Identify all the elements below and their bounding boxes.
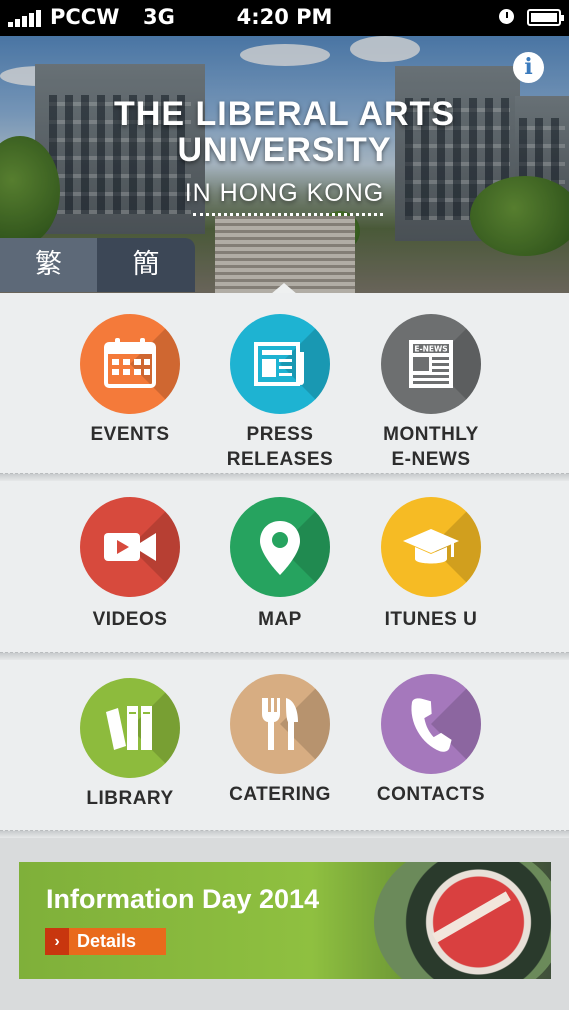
press-releases-label: PRESS RELEASES — [226, 424, 334, 470]
e-news-icon: E-NEWS — [409, 340, 453, 388]
video-camera-icon — [104, 533, 156, 561]
library-label: LIBRARY — [86, 788, 174, 809]
itunes-u-circle — [381, 497, 481, 597]
map-label: MAP — [258, 609, 302, 630]
traditional-chinese-button[interactable]: 繁 — [0, 238, 97, 292]
e-news-icon-text: E-NEWS — [414, 345, 447, 354]
banner-title: Information Day 2014 — [46, 884, 320, 914]
books-icon — [106, 706, 152, 750]
status-bar: PCCW 3G 4:20 PM — [0, 0, 569, 36]
menu-item-events[interactable]: EVENTS — [55, 314, 205, 479]
hero-header: THE LIBERAL ARTS UNIVERSITY IN HONG KONG… — [0, 36, 569, 293]
info-button[interactable]: i — [513, 52, 544, 83]
university-title-line2: UNIVERSITY — [177, 131, 392, 169]
alarm-clock-icon — [499, 9, 514, 24]
status-time: 4:20 PM — [236, 5, 333, 29]
details-button[interactable]: › Details — [45, 928, 166, 955]
banner-logo-image — [374, 862, 551, 979]
university-title: THE LIBERAL ARTS UNIVERSITY — [0, 96, 569, 168]
menu-item-press-releases[interactable]: PRESS RELEASES — [205, 314, 355, 479]
videos-circle — [80, 497, 180, 597]
chevron-right-icon: › — [45, 928, 69, 955]
phone-icon — [411, 698, 452, 752]
menu-item-catering[interactable]: CATERING — [205, 674, 355, 819]
menu-item-library[interactable]: LIBRARY — [55, 678, 205, 823]
information-day-banner[interactable]: Information Day 2014 › Details — [19, 862, 551, 979]
monthly-e-news-circle: E-NEWS — [381, 314, 481, 414]
videos-label: VIDEOS — [92, 609, 168, 630]
library-circle — [80, 678, 180, 778]
graduation-cap-icon — [403, 529, 459, 564]
battery-icon — [527, 9, 564, 26]
language-switcher: 繁 簡 — [0, 238, 195, 292]
menu-item-itunes-u[interactable]: ITUNES U — [356, 497, 506, 647]
menu-item-videos[interactable]: VIDEOS — [55, 497, 205, 647]
itunes-u-label: ITUNES U — [384, 609, 478, 630]
catering-label: CATERING — [229, 784, 331, 805]
university-title-line1: THE LIBERAL ARTS — [114, 95, 455, 133]
simplified-chinese-button[interactable]: 簡 — [97, 238, 195, 292]
menu-grid: EVENTS PRESS RELEASES E-NEWS MONTHLY E-N… — [0, 293, 569, 838]
newspaper-icon — [254, 342, 304, 386]
dotted-divider — [193, 213, 383, 218]
menu-item-monthly-e-news[interactable]: E-NEWS MONTHLY E-NEWS — [356, 314, 506, 479]
menu-item-contacts[interactable]: CONTACTS — [356, 674, 506, 819]
press-releases-circle — [230, 314, 330, 414]
calendar-icon — [104, 338, 156, 388]
university-subtitle: IN HONG KONG — [184, 179, 385, 207]
monthly-e-news-label: MONTHLY E-NEWS — [383, 424, 479, 470]
fork-knife-icon — [262, 698, 298, 750]
catering-circle — [230, 674, 330, 774]
events-label: EVENTS — [90, 424, 170, 445]
events-circle — [80, 314, 180, 414]
details-button-label: Details — [77, 931, 137, 951]
contacts-label: CONTACTS — [376, 784, 486, 805]
map-circle — [230, 497, 330, 597]
menu-item-map[interactable]: MAP — [205, 497, 355, 647]
map-pin-icon — [260, 521, 300, 575]
contacts-circle — [381, 674, 481, 774]
